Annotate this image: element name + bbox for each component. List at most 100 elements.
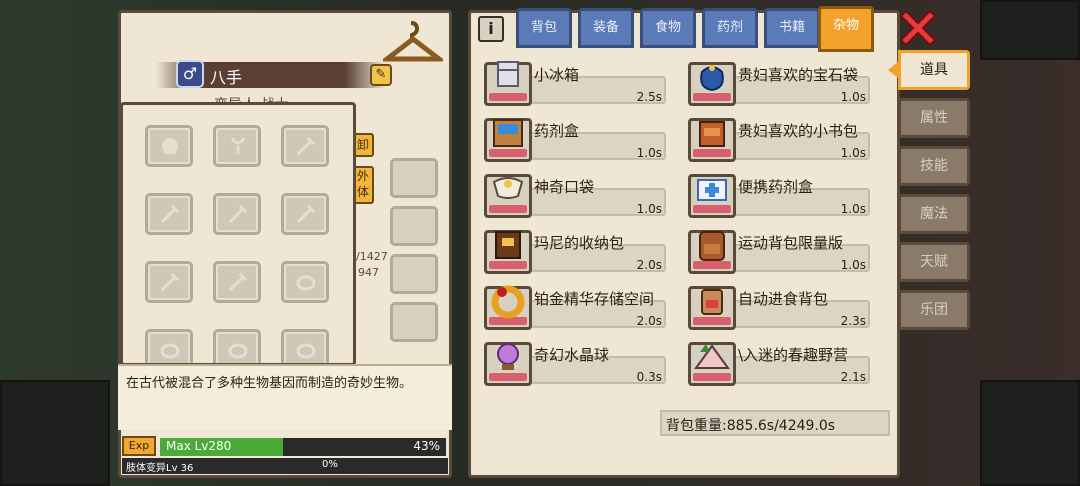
equipment-slot-weapon[interactable] — [145, 261, 193, 303]
camping-tent-icon — [694, 344, 730, 369]
equipment-slot-belt[interactable] — [390, 206, 438, 246]
crystal-ball-icon — [497, 343, 519, 370]
sword-icon — [160, 272, 180, 292]
description-box: 在古代被混合了多种生物基因而制造的奇妙生物。 — [118, 364, 452, 430]
item-time: 2.0s — [636, 314, 662, 328]
item-name: 小冰箱 — [534, 66, 580, 84]
helmet-icon — [162, 138, 178, 154]
background-tile — [0, 380, 110, 486]
list-item[interactable]: 贵妇喜欢的小书包 1.0s — [676, 118, 870, 164]
equipment-slot-ring[interactable] — [145, 329, 193, 363]
level-label: Max Lv280 — [166, 439, 232, 453]
sword-icon — [228, 272, 248, 292]
equipment-slot-boots[interactable] — [390, 254, 438, 294]
exp-bar: Max Lv280 43% — [160, 438, 446, 456]
ring-icon — [228, 343, 248, 359]
item-time: 1.0s — [840, 90, 866, 104]
mutation-bar: 肢体变异Lv 36 0% — [122, 458, 448, 474]
background-tile — [980, 0, 1080, 60]
equipment-slot-weapon[interactable] — [213, 261, 261, 303]
gem-pouch-icon — [700, 65, 724, 92]
nav-magic[interactable]: 魔法 — [898, 194, 970, 234]
item-name: 贵妇喜欢的小书包 — [738, 122, 859, 140]
item-time: 1.0s — [840, 258, 866, 272]
tab-backpack[interactable]: 背包 — [516, 8, 572, 48]
edit-name-icon[interactable]: ✎ — [370, 64, 392, 86]
mutation-label: 肢体变异Lv 36 — [126, 463, 194, 474]
school-bag-icon — [699, 121, 725, 147]
magic-pocket-icon — [492, 177, 524, 199]
nav-talent[interactable]: 天赋 — [898, 242, 970, 282]
item-time: 1.0s — [840, 202, 866, 216]
item-name: 铂金精华存储空间 — [534, 290, 655, 308]
equipment-slot-weapon[interactable] — [281, 193, 329, 235]
tab-books[interactable]: 书籍 — [764, 8, 820, 48]
list-item[interactable]: 自动进食背包 2.3s — [676, 286, 870, 332]
equipment-slot-weapon[interactable] — [213, 193, 261, 235]
male-gender-icon: ♂ — [176, 60, 204, 88]
list-item[interactable]: 便携药剂盒 1.0s — [676, 174, 870, 220]
list-item[interactable]: 运动背包限量版 1.0s — [676, 230, 870, 276]
item-name: 玛尼的收纳包 — [534, 234, 625, 252]
list-item[interactable]: 玛尼的收纳包 2.0s — [472, 230, 666, 276]
sword-icon — [228, 204, 248, 224]
tab-equipment[interactable]: 装备 — [578, 8, 634, 48]
portable-medkit-icon — [697, 179, 727, 201]
item-time: 1.0s — [840, 146, 866, 160]
character-name: 八手 — [210, 68, 243, 87]
item-time: 2.5s — [636, 90, 662, 104]
stat-value: 947 — [358, 266, 379, 279]
equipment-slot-ring[interactable] — [213, 329, 261, 363]
hanger-icon[interactable] — [383, 19, 443, 65]
equipment-slot-ring[interactable] — [390, 302, 438, 342]
sword-icon — [296, 204, 316, 224]
item-name: 自动进食背包 — [738, 290, 829, 308]
background-tile — [980, 380, 1080, 486]
bag-weight-bar: 背包重量:885.6s/4249.0s — [660, 410, 890, 436]
equipment-slot-helmet[interactable] — [145, 125, 193, 167]
equipment-slot-weapon[interactable] — [145, 193, 193, 235]
nav-attributes[interactable]: 属性 — [898, 98, 970, 138]
list-item[interactable]: 神奇口袋 1.0s — [472, 174, 666, 220]
ring-icon — [296, 343, 316, 359]
item-name: 贵妇喜欢的宝石袋 — [738, 66, 859, 84]
tab-potion[interactable]: 药剂 — [702, 8, 758, 48]
nav-skills[interactable]: 技能 — [898, 146, 970, 186]
item-time: 1.0s — [636, 146, 662, 160]
close-icon[interactable] — [900, 10, 936, 46]
exp-percent: 43% — [413, 439, 440, 453]
list-item[interactable]: \入迷的春趣野营 2.1s — [676, 342, 870, 388]
active-nav-arrow-icon — [888, 62, 898, 78]
item-name: 药剂盒 — [534, 122, 580, 140]
item-time: 1.0s — [636, 202, 662, 216]
item-name: 运动背包限量版 — [738, 234, 844, 252]
mutation-percent: 0% — [322, 459, 338, 470]
platinum-ring-icon — [491, 285, 525, 319]
item-time: 2.3s — [840, 314, 866, 328]
equipment-slot-ring[interactable] — [281, 261, 329, 303]
list-item[interactable]: 奇幻水晶球 0.3s — [472, 342, 666, 388]
list-item[interactable]: 药剂盒 1.0s — [472, 118, 666, 164]
item-time: 2.1s — [840, 370, 866, 384]
list-item[interactable]: 小冰箱 2.5s — [472, 61, 666, 108]
ring-icon — [160, 343, 180, 359]
equipment-slot-weapon[interactable] — [281, 125, 329, 167]
item-name: 便携药剂盒 — [738, 178, 814, 196]
info-button[interactable]: i — [478, 16, 504, 42]
list-item[interactable]: 贵妇喜欢的宝石袋 1.0s — [676, 62, 870, 108]
item-name: \入迷的春趣野营 — [738, 346, 849, 364]
exp-tag: Exp — [122, 436, 156, 456]
nav-items[interactable]: 道具 — [898, 50, 970, 90]
equipment-slot-accessory[interactable] — [213, 125, 261, 167]
tab-food[interactable]: 食物 — [640, 8, 696, 48]
equipment-slot-ring[interactable] — [281, 329, 329, 363]
tab-misc[interactable]: 杂物 — [818, 6, 874, 52]
sport-backpack-icon — [699, 231, 725, 261]
item-name: 神奇口袋 — [534, 178, 595, 196]
nav-band[interactable]: 乐团 — [898, 290, 970, 330]
equipment-slot-gloves[interactable] — [390, 158, 438, 198]
item-time: 2.0s — [636, 258, 662, 272]
list-item[interactable]: 铂金精华存储空间 2.0s — [472, 285, 666, 332]
equipment-slots-popup — [120, 102, 356, 366]
stat-value: /1427 — [356, 250, 388, 263]
